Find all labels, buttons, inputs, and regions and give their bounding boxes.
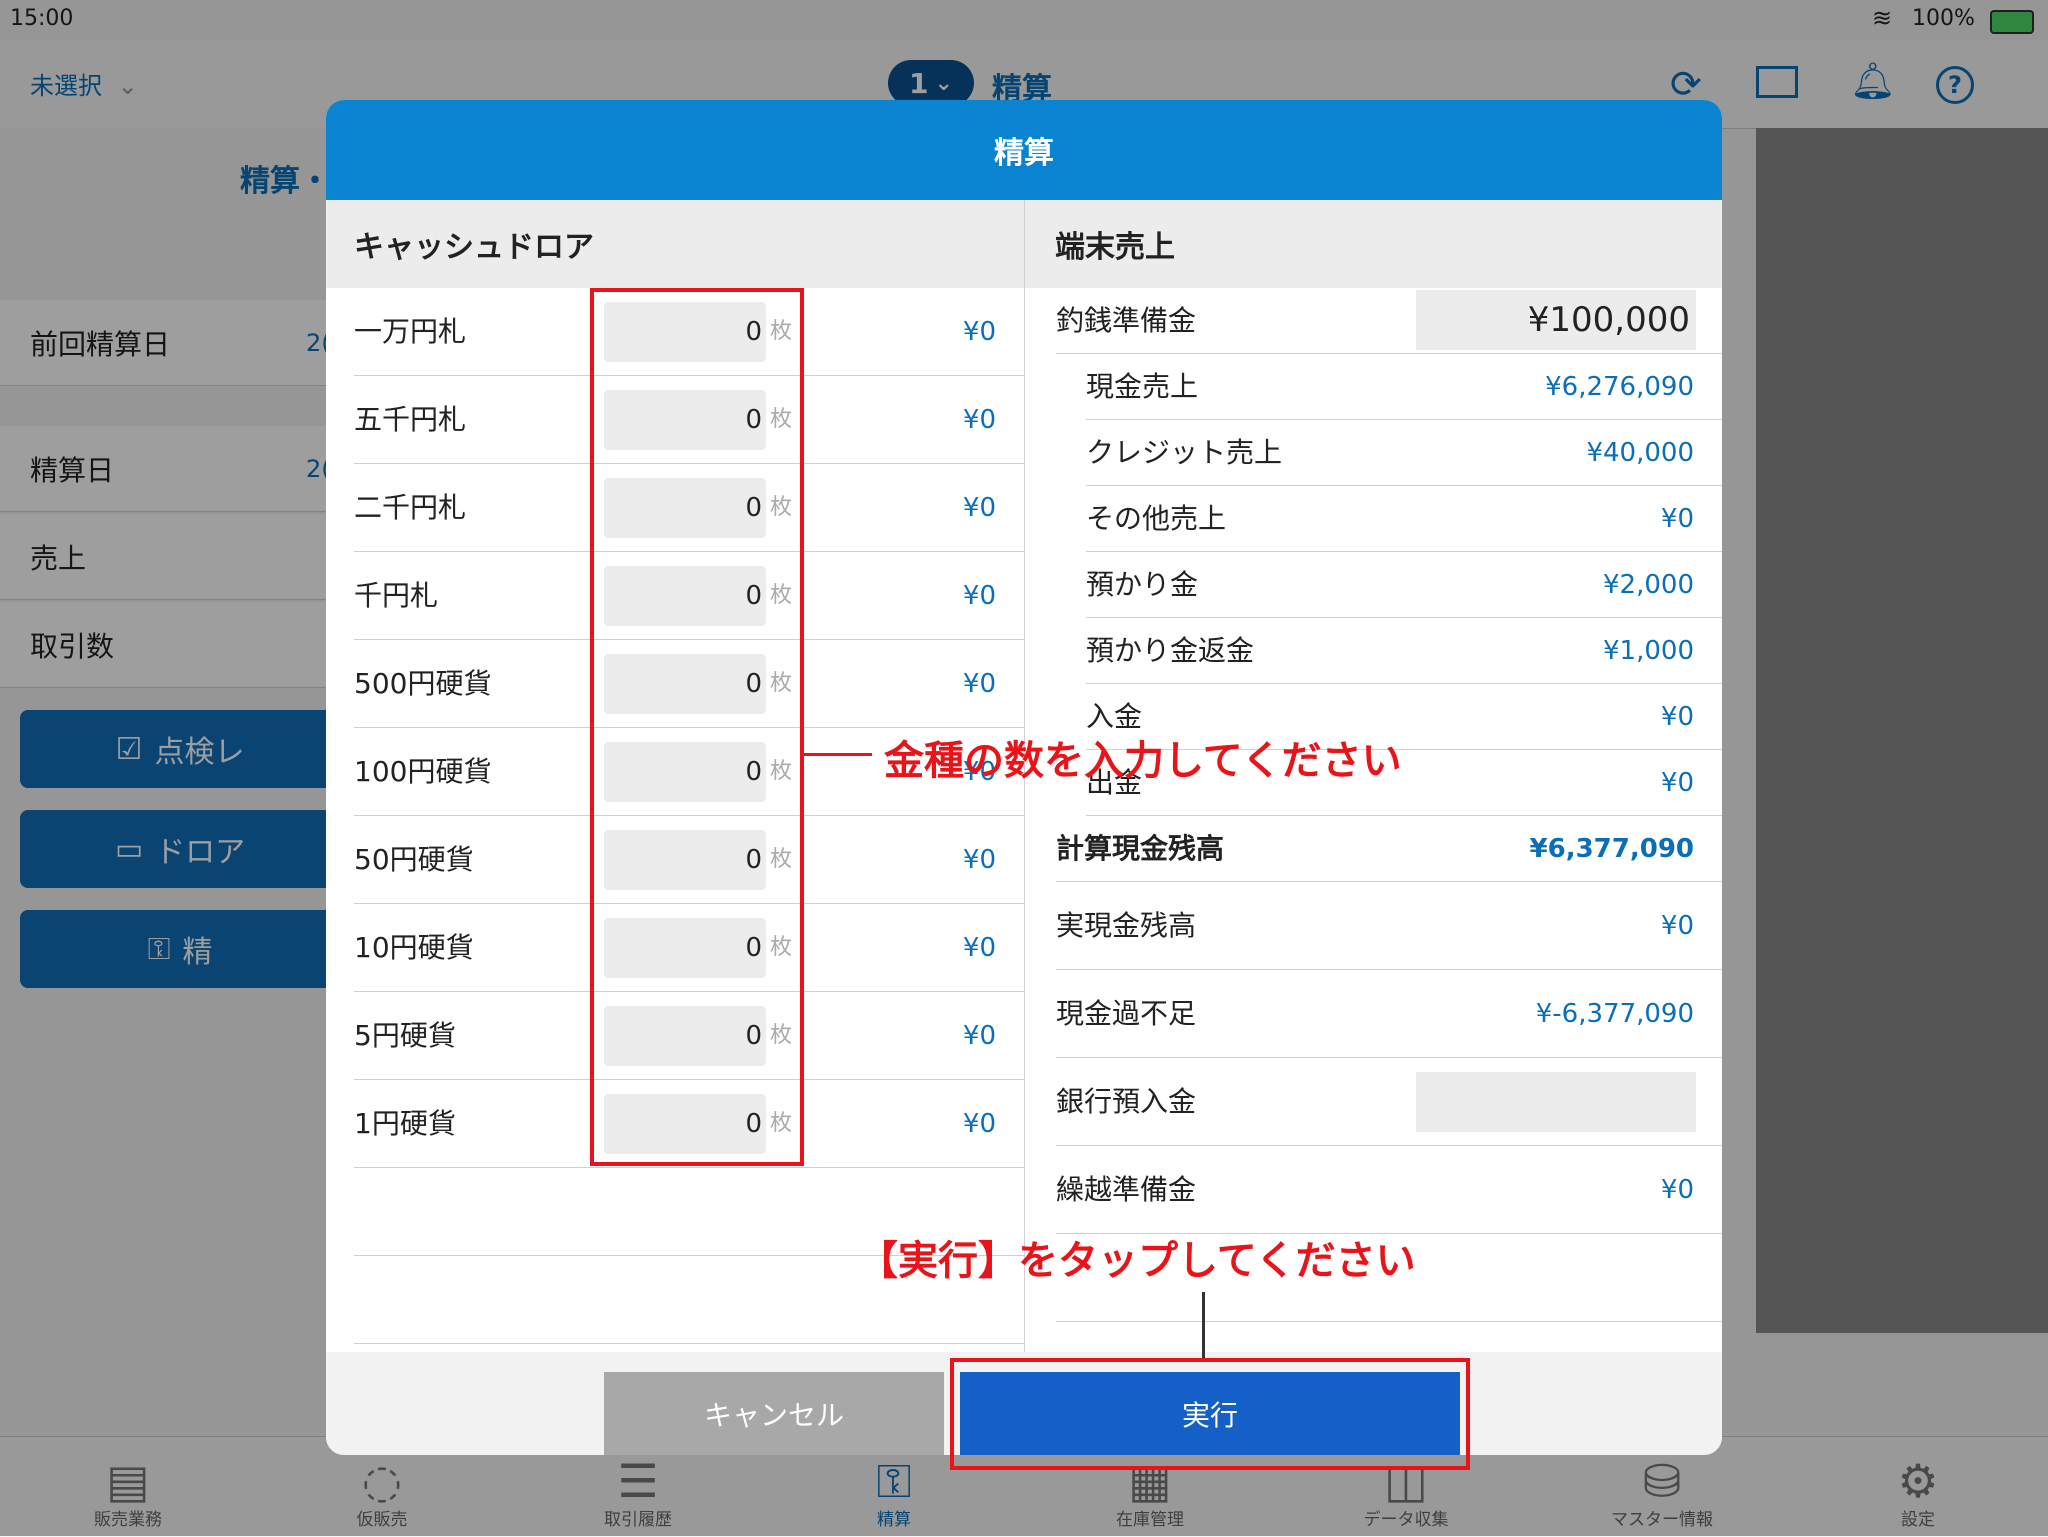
sales-breakdown-row: 現金売上 ¥6,276,090: [1086, 354, 1722, 420]
denomination-amount: ¥0: [962, 1021, 996, 1051]
change-fund-input[interactable]: ¥100,000: [1416, 290, 1696, 350]
row-amount: ¥6,276,090: [1545, 372, 1694, 402]
sales-breakdown-row: クレジット売上 ¥40,000: [1086, 420, 1722, 486]
row-amount: ¥0: [1660, 702, 1694, 732]
sales-breakdown-row: その他売上 ¥0: [1086, 486, 1722, 552]
denomination-label: 一万円札: [354, 315, 467, 348]
row-label: クレジット売上: [1086, 436, 1283, 469]
backdrop-dark-region: [1756, 128, 2048, 1333]
denomination-label: 5円硬貨: [354, 1019, 456, 1052]
actual-balance-row: 実現金残高 ¥0: [1056, 882, 1722, 970]
cancel-button[interactable]: キャンセル: [604, 1372, 944, 1455]
row-label: 現金売上: [1086, 370, 1199, 403]
row-label: その他売上: [1086, 502, 1227, 535]
calc-balance-label: 計算現金残高: [1056, 832, 1225, 865]
denomination-label: 500円硬貨: [354, 667, 492, 700]
bank-deposit-row: 銀行預入金: [1056, 1058, 1722, 1146]
denomination-label: 五千円札: [354, 403, 467, 436]
row-amount: ¥2,000: [1603, 570, 1694, 600]
denomination-amount: ¥0: [962, 845, 996, 875]
carry-over-label: 繰越準備金: [1056, 1173, 1197, 1206]
cash-diff-row: 現金過不足 ¥-6,377,090: [1056, 970, 1722, 1058]
change-fund-label: 釣銭準備金: [1056, 304, 1197, 337]
denomination-amount: ¥0: [962, 581, 996, 611]
sales-breakdown-row: 預かり金 ¥2,000: [1086, 552, 1722, 618]
calc-balance-value: ¥6,377,090: [1529, 834, 1694, 864]
denomination-label: 二千円札: [354, 491, 467, 524]
denomination-label: 50円硬貨: [354, 843, 474, 876]
execute-button-highlight: [950, 1358, 1470, 1470]
row-amount: ¥0: [1660, 504, 1694, 534]
bank-deposit-input[interactable]: [1416, 1072, 1696, 1132]
denomination-amount: ¥0: [962, 669, 996, 699]
row-amount: ¥1,000: [1603, 636, 1694, 666]
terminal-sales-header: 端末売上: [1025, 200, 1722, 288]
cash-drawer-header: キャッシュドロア: [326, 200, 1024, 288]
sales-breakdown-row: 預かり金返金 ¥1,000: [1086, 618, 1722, 684]
denomination-amount: ¥0: [962, 933, 996, 963]
input-hint: 金種の数を入力してください: [884, 738, 1402, 784]
denomination-label: 千円札: [354, 579, 439, 612]
actual-balance-value: ¥0: [1660, 911, 1694, 941]
actual-balance-label: 実現金残高: [1056, 909, 1197, 942]
denomination-amount: ¥0: [962, 493, 996, 523]
denomination-label: 1円硬貨: [354, 1107, 456, 1140]
execute-hint: 【実行】をタップしてください: [858, 1238, 1416, 1284]
denomination-amount: ¥0: [962, 317, 996, 347]
count-inputs-highlight: [590, 288, 804, 1166]
denomination-amount: ¥0: [962, 405, 996, 435]
hint-connector: [804, 753, 872, 756]
denomination-label: 100円硬貨: [354, 755, 492, 788]
denomination-label: 10円硬貨: [354, 931, 474, 964]
modal-title: 精算: [326, 100, 1722, 200]
carry-over-value: ¥0: [1660, 1175, 1694, 1205]
carry-over-row: 繰越準備金 ¥0: [1056, 1146, 1722, 1234]
change-fund-row: 釣銭準備金 ¥100,000: [1056, 288, 1722, 354]
denomination-amount: ¥0: [962, 1109, 996, 1139]
calc-balance-row: 計算現金残高 ¥6,377,090: [1056, 816, 1722, 882]
cash-diff-label: 現金過不足: [1056, 997, 1197, 1030]
hint-connector: [1202, 1292, 1205, 1358]
row-amount: ¥40,000: [1586, 438, 1694, 468]
row-label: 預かり金返金: [1086, 634, 1255, 667]
row-amount: ¥0: [1660, 768, 1694, 798]
row-label: 預かり金: [1086, 568, 1199, 601]
bank-deposit-label: 銀行預入金: [1056, 1085, 1197, 1118]
cash-diff-value: ¥-6,377,090: [1535, 999, 1694, 1029]
